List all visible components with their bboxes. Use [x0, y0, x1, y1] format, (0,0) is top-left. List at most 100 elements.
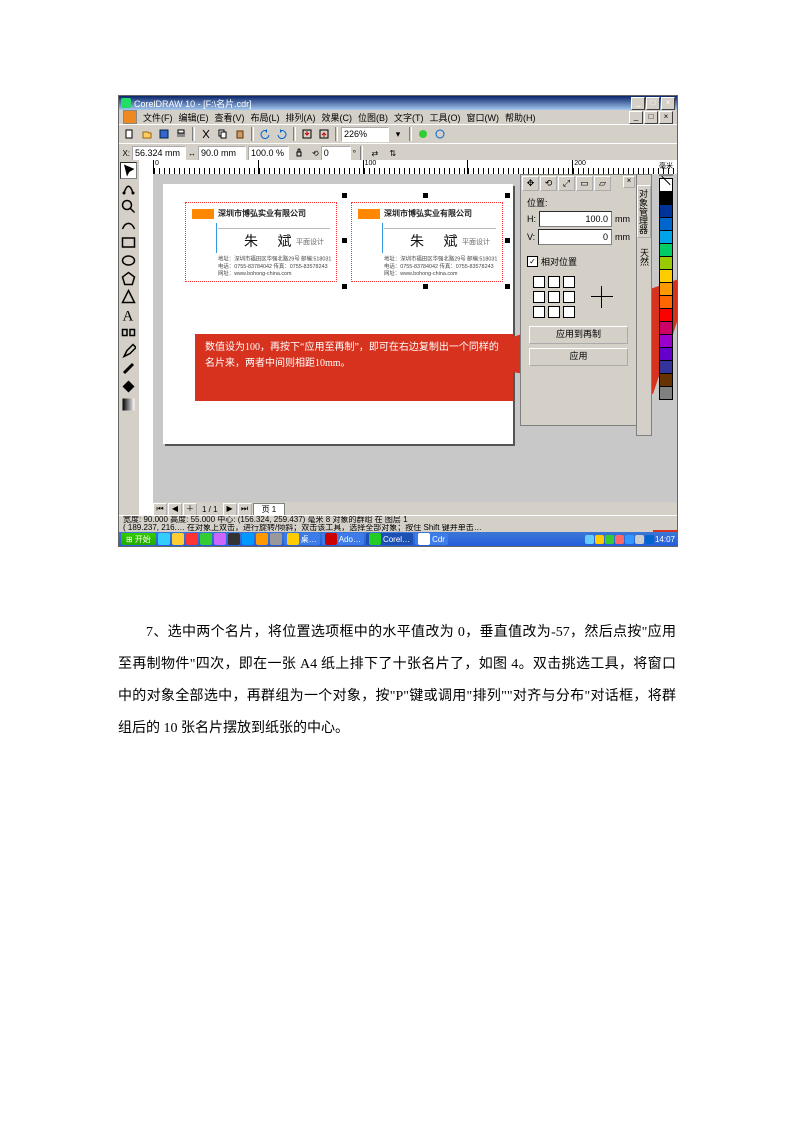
text-tool-icon[interactable]: A	[120, 306, 137, 323]
corel-online-icon[interactable]	[432, 126, 448, 142]
quick-launch-icon[interactable]	[158, 533, 170, 545]
export-icon[interactable]	[316, 126, 332, 142]
print-icon[interactable]	[173, 126, 189, 142]
close-button[interactable]: ×	[661, 97, 675, 110]
zoom-dropdown-icon[interactable]: ▾	[390, 126, 406, 142]
color-swatch[interactable]	[659, 386, 673, 400]
quick-launch-icon[interactable]	[200, 533, 212, 545]
position-tab-icon[interactable]: ✥	[522, 176, 539, 191]
skew-tab-icon[interactable]: ▱	[594, 176, 611, 191]
tray-icon[interactable]	[625, 535, 634, 544]
child-minimize-button[interactable]: _	[629, 111, 643, 124]
docker-close-button[interactable]: ×	[623, 176, 635, 188]
apply-to-duplicate-button[interactable]: 应用到再制	[529, 326, 628, 344]
v-value-field[interactable]: 0	[538, 229, 612, 245]
taskbar-item[interactable]: Ado…	[322, 533, 364, 545]
docker-tab-object-manager[interactable]: 对象管理器	[637, 185, 651, 238]
relative-position-checkbox[interactable]: ✓ 相对位置	[527, 255, 630, 268]
h-value-field[interactable]: 100.0	[539, 211, 612, 227]
tray-icon[interactable]	[585, 535, 594, 544]
sx-field[interactable]: 100.0 %	[248, 146, 289, 161]
copy-icon[interactable]	[215, 126, 231, 142]
last-page-button[interactable]: ⏭	[238, 503, 252, 516]
quick-launch-icon[interactable]	[186, 533, 198, 545]
freehand-tool-icon[interactable]	[120, 216, 137, 233]
add-page-button[interactable]: ＋	[183, 503, 197, 516]
minimize-button[interactable]: _	[631, 97, 645, 110]
quick-launch-icon[interactable]	[214, 533, 226, 545]
outline-tool-icon[interactable]	[120, 360, 137, 377]
docker-tab-2[interactable]: 天然	[637, 248, 651, 266]
maximize-button[interactable]: □	[646, 97, 660, 110]
interactive-fill-icon[interactable]	[120, 396, 137, 413]
rectangle-tool-icon[interactable]	[120, 234, 137, 251]
start-button[interactable]: ⊞ 开始	[121, 533, 156, 545]
mirror-v-icon[interactable]: ⇅	[385, 145, 401, 161]
color-swatch[interactable]	[659, 334, 673, 348]
taskbar-item[interactable]: Corel…	[366, 533, 413, 545]
size-tab-icon[interactable]: ▭	[576, 176, 593, 191]
mirror-h-icon[interactable]: ⇄	[367, 145, 383, 161]
docker-tabs[interactable]: 对象管理器 天然	[636, 174, 652, 436]
color-swatch[interactable]	[659, 360, 673, 374]
tray-icon[interactable]	[595, 535, 604, 544]
tray-icon[interactable]	[645, 535, 654, 544]
menu-layout[interactable]: 布局(L)	[251, 111, 280, 124]
color-swatch[interactable]	[659, 347, 673, 361]
polygon-tool-icon[interactable]	[120, 270, 137, 287]
eyedropper-tool-icon[interactable]	[120, 342, 137, 359]
color-swatch[interactable]	[659, 308, 673, 322]
menu-arrange[interactable]: 排列(A)	[286, 111, 316, 124]
fill-tool-icon[interactable]	[120, 378, 137, 395]
rotate-tab-icon[interactable]: ⟲	[540, 176, 557, 191]
shape-tool-icon[interactable]	[120, 180, 137, 197]
child-close-button[interactable]: ×	[659, 111, 673, 124]
menu-edit[interactable]: 编辑(E)	[179, 111, 209, 124]
redo-icon[interactable]	[274, 126, 290, 142]
color-swatch[interactable]	[659, 295, 673, 309]
color-swatch[interactable]	[659, 373, 673, 387]
import-icon[interactable]	[299, 126, 315, 142]
taskbar-item[interactable]: Cdr	[415, 533, 448, 545]
color-swatch[interactable]	[659, 204, 673, 218]
no-fill-swatch[interactable]	[659, 174, 673, 176]
paste-icon[interactable]	[232, 126, 248, 142]
child-maximize-button[interactable]: □	[644, 111, 658, 124]
menu-bitmap[interactable]: 位图(B)	[358, 111, 388, 124]
quick-launch-icon[interactable]	[256, 533, 268, 545]
color-swatch[interactable]	[659, 217, 673, 231]
rot-field[interactable]: 0	[321, 146, 351, 161]
menu-window[interactable]: 窗口(W)	[467, 111, 500, 124]
taskbar-item[interactable]: 桌…	[284, 533, 320, 545]
ellipse-tool-icon[interactable]	[120, 252, 137, 269]
pick-tool-icon[interactable]	[120, 162, 137, 179]
color-swatch[interactable]	[659, 230, 673, 244]
tray-icon[interactable]	[605, 535, 614, 544]
w-field[interactable]: 90.0 mm	[198, 146, 246, 161]
lock-ratio-icon[interactable]	[291, 145, 307, 161]
color-swatch[interactable]	[659, 256, 673, 270]
zoom-tool-icon[interactable]	[120, 198, 137, 215]
basic-shapes-icon[interactable]	[120, 288, 137, 305]
tray-icon[interactable]	[635, 535, 644, 544]
cut-icon[interactable]	[198, 126, 214, 142]
quick-launch-icon[interactable]	[270, 533, 282, 545]
color-swatch[interactable]	[659, 243, 673, 257]
undo-icon[interactable]	[257, 126, 273, 142]
quick-launch-icon[interactable]	[172, 533, 184, 545]
menu-tools[interactable]: 工具(O)	[430, 111, 461, 124]
business-card-2[interactable]: 深圳市博弘实业有限公司 朱 斌 平面设计 地址：深圳市福田区华强北路29号 邮编…	[351, 202, 503, 282]
tray-icon[interactable]	[615, 535, 624, 544]
menu-help[interactable]: 帮助(H)	[505, 111, 536, 124]
next-page-button[interactable]: ▶	[223, 503, 237, 516]
menu-text[interactable]: 文字(T)	[394, 111, 424, 124]
scale-tab-icon[interactable]: ⤢	[558, 176, 575, 191]
open-icon[interactable]	[139, 126, 155, 142]
quick-launch-icon[interactable]	[228, 533, 240, 545]
color-swatch[interactable]	[659, 269, 673, 283]
color-swatch[interactable]	[659, 282, 673, 296]
anchor-grid[interactable]	[533, 276, 575, 318]
color-swatch[interactable]	[659, 321, 673, 335]
apply-button[interactable]: 应用	[529, 348, 628, 366]
zoom-field[interactable]: 226%	[341, 127, 389, 142]
